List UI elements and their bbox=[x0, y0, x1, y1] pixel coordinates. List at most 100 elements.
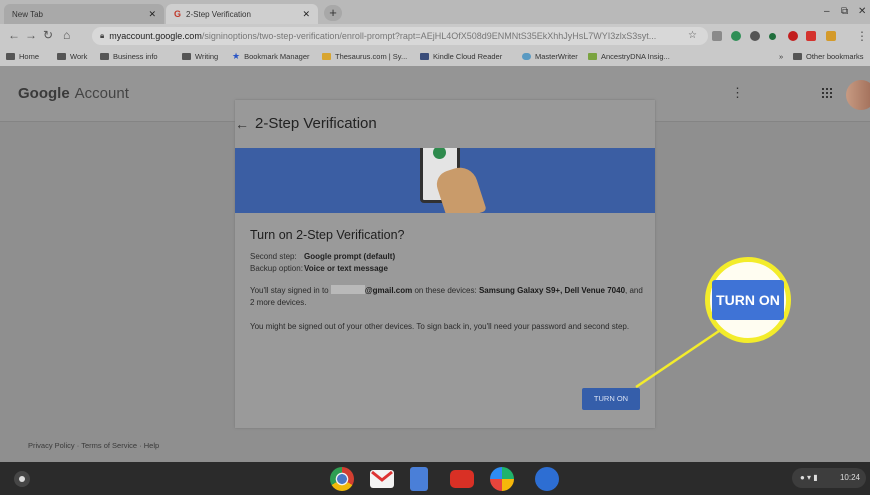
docs-icon[interactable] bbox=[410, 467, 428, 491]
star-icon: ★ bbox=[232, 51, 241, 61]
tab-title: New Tab bbox=[12, 9, 43, 19]
bookmark-manager[interactable]: ★ Bookmark Manager bbox=[232, 51, 310, 62]
reload-icon[interactable]: ↻ bbox=[43, 28, 53, 42]
chrome-icon[interactable] bbox=[330, 467, 354, 491]
folder-icon bbox=[182, 53, 191, 60]
close-tab-icon[interactable]: ✕ bbox=[148, 9, 156, 20]
bookmark-home[interactable]: Home bbox=[6, 52, 39, 61]
tab-strip: New Tab ✕ G 2-Step Verification ✕ + – ⧉ … bbox=[0, 0, 870, 24]
footer-links: Privacy Policy · Terms of Service · Help bbox=[28, 441, 159, 450]
bookmark-business-info[interactable]: Business info bbox=[100, 52, 158, 61]
forward-icon[interactable]: → bbox=[25, 28, 37, 42]
bookmark-label: Work bbox=[70, 52, 88, 61]
bookmarks-overflow[interactable]: » bbox=[779, 52, 783, 61]
apps-grid-icon[interactable] bbox=[822, 88, 832, 98]
signed-in-email: @gmail.com bbox=[364, 286, 413, 295]
terms-of-service-link[interactable]: Terms of Service bbox=[81, 441, 137, 450]
prompt-title: Turn on 2-Step Verification? bbox=[250, 228, 405, 242]
restore-icon[interactable]: ⧉ bbox=[841, 6, 848, 17]
bookmark-thesaurus[interactable]: Thesaurus.com | Sy... bbox=[322, 52, 407, 61]
google-account-logo[interactable]: Google Account bbox=[18, 85, 129, 102]
tab-new-tab[interactable]: New Tab ✕ bbox=[4, 4, 164, 24]
network-icon: ● ▾ ▮ bbox=[800, 473, 818, 482]
privacy-policy-link[interactable]: Privacy Policy bbox=[28, 441, 75, 450]
chevron-double-right-icon: » bbox=[779, 52, 784, 61]
clock: 10:24 bbox=[839, 473, 860, 482]
extension-icon[interactable] bbox=[806, 31, 816, 41]
extension-icon[interactable] bbox=[750, 31, 760, 41]
masterwriter-icon bbox=[522, 53, 531, 60]
bookmark-ancestry[interactable]: AncestryDNA Insig... bbox=[588, 52, 670, 61]
bookmark-writing[interactable]: Writing bbox=[182, 52, 218, 61]
page-title: 2-Step Verification bbox=[255, 115, 377, 132]
help-link[interactable]: Help bbox=[144, 441, 159, 450]
folder-icon bbox=[57, 53, 66, 60]
grammarly-icon[interactable] bbox=[731, 31, 741, 41]
youtube-icon[interactable] bbox=[450, 470, 474, 488]
address-bar[interactable]: 🔒︎ myaccount.google.com /signinoptions/t… bbox=[92, 27, 708, 45]
extension-icon[interactable] bbox=[712, 31, 722, 41]
backup-option-row: Backup option: Voice or text message bbox=[250, 264, 645, 273]
extension-icon[interactable] bbox=[826, 31, 836, 41]
url-host: myaccount.google.com bbox=[109, 31, 202, 41]
opera-icon[interactable] bbox=[788, 31, 798, 41]
close-window-icon[interactable]: ✕ bbox=[858, 6, 866, 17]
close-tab-icon[interactable]: ✕ bbox=[302, 9, 310, 20]
avatar[interactable] bbox=[846, 80, 870, 110]
backup-option-label: Backup option: bbox=[250, 264, 303, 273]
google-favicon-icon: G bbox=[174, 9, 182, 19]
bookmark-label: MasterWriter bbox=[535, 52, 578, 61]
launcher-icon[interactable] bbox=[14, 471, 30, 487]
turn-on-button[interactable]: TURN ON bbox=[582, 388, 640, 410]
bookmark-label: Other bookmarks bbox=[806, 52, 864, 61]
home-icon[interactable]: ⌂ bbox=[63, 28, 70, 42]
folder-icon bbox=[100, 53, 109, 60]
folder-icon bbox=[6, 53, 15, 60]
bookmarks-bar: Home Work Business info Writing ★ Bookmar… bbox=[0, 48, 870, 66]
back-icon[interactable]: ← bbox=[8, 28, 20, 42]
lock-icon: 🔒︎ bbox=[100, 31, 105, 40]
bookmark-kindle[interactable]: Kindle Cloud Reader bbox=[420, 52, 502, 61]
signout-warning: You might be signed out of your other de… bbox=[250, 322, 630, 331]
bookmark-label: Business info bbox=[113, 52, 158, 61]
folder-icon bbox=[793, 53, 802, 60]
gmail-icon[interactable] bbox=[370, 470, 394, 488]
bookmark-masterwriter[interactable]: MasterWriter bbox=[522, 52, 578, 61]
hero-illustration bbox=[235, 148, 655, 213]
chromeos-shelf: ● ▾ ▮ 10:24 bbox=[0, 462, 870, 495]
new-tab-button[interactable]: + bbox=[324, 5, 342, 21]
tab-2-step-verification[interactable]: G 2-Step Verification ✕ bbox=[166, 4, 318, 24]
signed-in-devices: Samsung Galaxy S9+, Dell Venue 7040 bbox=[478, 286, 626, 295]
kindle-icon bbox=[420, 53, 429, 60]
backup-option-value: Voice or text message bbox=[304, 264, 388, 273]
bookmark-label: Thesaurus.com | Sy... bbox=[335, 52, 408, 61]
bookmark-label: Kindle Cloud Reader bbox=[433, 52, 503, 61]
thesaurus-icon bbox=[322, 53, 331, 60]
second-step-label: Second step: bbox=[250, 252, 297, 261]
back-arrow-icon[interactable]: ← bbox=[235, 116, 249, 132]
url-path: /signinoptions/two-step-verification/enr… bbox=[201, 31, 657, 41]
google-logo-text: Google bbox=[18, 85, 70, 102]
other-bookmarks[interactable]: Other bookmarks bbox=[793, 52, 864, 61]
bookmark-label: Writing bbox=[195, 52, 219, 61]
browser-toolbar: ← → ↻ ⌂ 🔒︎ myaccount.google.com /signino… bbox=[0, 24, 870, 48]
status-dot-icon[interactable] bbox=[769, 33, 776, 40]
second-step-value: Google prompt (default) bbox=[304, 252, 396, 261]
minimize-icon[interactable]: – bbox=[824, 6, 830, 17]
screen: New Tab ✕ G 2-Step Verification ✕ + – ⧉ … bbox=[0, 0, 870, 495]
tab-title: 2-Step Verification bbox=[186, 9, 251, 19]
messages-icon[interactable] bbox=[535, 467, 559, 491]
ancestry-icon bbox=[588, 53, 597, 60]
signed-in-pre: You'll stay signed in to bbox=[250, 286, 331, 295]
bookmark-label: AncestryDNA Insig... bbox=[601, 52, 670, 61]
card-title-bar: ← 2-Step Verification bbox=[235, 100, 655, 148]
signed-in-devices-text: You'll stay signed in to @gmail.com on t… bbox=[250, 285, 645, 309]
redacted-email bbox=[330, 285, 365, 294]
bookmark-work[interactable]: Work bbox=[57, 52, 87, 61]
more-options-icon[interactable]: ⋮ bbox=[731, 86, 744, 99]
browser-menu-icon[interactable]: ⋮ bbox=[856, 29, 868, 43]
play-store-icon[interactable] bbox=[490, 467, 514, 491]
second-step-row: Second step: Google prompt (default) bbox=[250, 252, 645, 261]
status-tray[interactable]: ● ▾ ▮ 10:24 bbox=[792, 468, 866, 488]
bookmark-star-icon[interactable]: ☆ bbox=[688, 30, 697, 41]
